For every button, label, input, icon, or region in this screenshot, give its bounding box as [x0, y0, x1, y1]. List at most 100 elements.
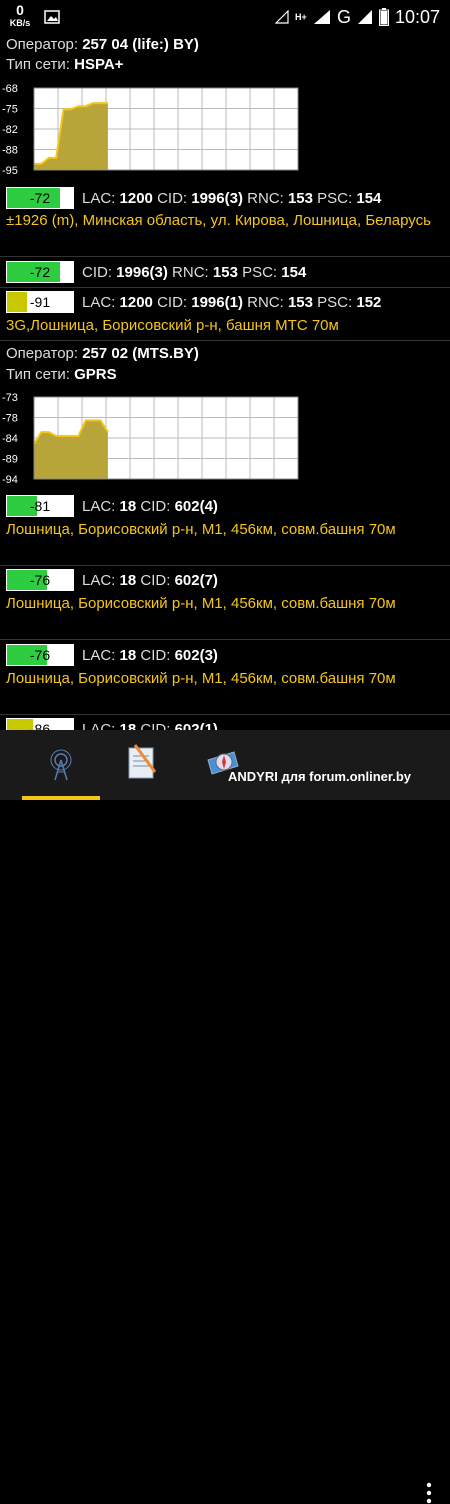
- location-1: ±1926 (m), Минская область, ул. Кирова, …: [6, 212, 431, 229]
- cid-label: CID:: [157, 293, 188, 311]
- notes-icon[interactable]: [117, 742, 167, 782]
- tower-icon[interactable]: [36, 742, 86, 782]
- chart-y-tick-label: -94: [2, 474, 18, 486]
- signal-bar: -72: [6, 261, 74, 283]
- signal-value: -86: [29, 721, 51, 730]
- net-type-1-line: Тип сети: HSPA+: [6, 56, 123, 73]
- divider: [0, 639, 450, 640]
- signal-strength-2-icon: [357, 10, 372, 24]
- cid-label: CID:: [140, 646, 171, 664]
- cid-label: CID:: [140, 571, 171, 589]
- network-speed-unit: KB/s: [9, 18, 31, 28]
- cid-value: 602(3): [174, 646, 218, 664]
- signal-bar: -76: [6, 644, 74, 666]
- operator-label: Оператор:: [6, 345, 79, 362]
- cid-label: CID:: [140, 720, 171, 731]
- lac-label: LAC:: [82, 189, 116, 207]
- cell-1[interactable]: -72 LAC: 1200 CID: 1996(3) RNC: 153 PSC:…: [6, 185, 381, 211]
- location-o2-2: Лошница, Борисовский р-н, М1, 456км, сов…: [6, 595, 396, 612]
- lac-label: LAC:: [82, 571, 116, 589]
- network-type-label: H+: [295, 11, 307, 22]
- network-speed: 0 KB/s: [8, 3, 32, 28]
- rnc-value: 153: [287, 189, 313, 207]
- cid-label: CID:: [157, 189, 188, 207]
- overflow-menu-icon[interactable]: [426, 1482, 432, 1504]
- divider: [0, 256, 450, 257]
- psc-value: 152: [356, 293, 382, 311]
- lac-label: LAC:: [82, 646, 116, 664]
- divider: [0, 714, 450, 715]
- net-type-value: GPRS: [74, 366, 117, 383]
- cid-label: CID:: [140, 497, 171, 515]
- signal-bar: -81: [6, 495, 74, 517]
- divider: [0, 287, 450, 288]
- watermark: ANDYRI для forum.onliner.by: [228, 769, 411, 784]
- image-icon: [44, 10, 60, 24]
- operator-label: Оператор:: [6, 36, 79, 53]
- cid-value: 602(1): [174, 720, 218, 731]
- psc-label: PSC:: [317, 189, 353, 207]
- net-type-label: Тип сети:: [6, 366, 70, 383]
- signal-value: -76: [29, 647, 51, 663]
- lac-value: 18: [119, 571, 137, 589]
- location-3: 3G,Лошница, Борисовский р-н, башня МТС 7…: [6, 317, 339, 334]
- cell-o2-1[interactable]: -81 LAC: 18 CID: 602(4): [6, 493, 218, 519]
- signal-chart-2: -73 -78 -84 -89 -94: [2, 392, 299, 486]
- chart-y-tick-label: -75: [2, 104, 18, 116]
- signal-bar: -72: [6, 187, 74, 209]
- operator-1-line: Оператор: 257 04 (life:) BY): [6, 36, 199, 53]
- psc-value: 154: [356, 189, 382, 207]
- signal-bar: -91: [6, 291, 74, 313]
- chart-y-tick-label: -82: [2, 124, 18, 136]
- signal-bar: -76: [6, 569, 74, 591]
- content-area[interactable]: Оператор: 257 04 (life:) BY) Тип сети: H…: [0, 34, 450, 730]
- signal-value: -72: [29, 190, 51, 206]
- active-tab-indicator: [22, 796, 100, 800]
- operator-2-line: Оператор: 257 02 (MTS.BY): [6, 345, 199, 362]
- rnc-value: 153: [212, 263, 238, 281]
- lac-label: LAC:: [82, 720, 116, 731]
- battery-icon: [378, 8, 389, 26]
- operator-value: 257 04 (life:) BY): [82, 36, 199, 53]
- cid-value: 1996(1): [191, 293, 243, 311]
- psc-label: PSC:: [242, 263, 278, 281]
- cid-value: 1996(3): [116, 263, 168, 281]
- lac-value: 1200: [119, 293, 153, 311]
- net-type-2-line: Тип сети: GPRS: [6, 366, 117, 383]
- cell-o2-2[interactable]: -76 LAC: 18 CID: 602(7): [6, 567, 218, 593]
- cell-o2-4[interactable]: -86 LAC: 18 CID: 602(1): [6, 716, 218, 730]
- signal-value: -76: [29, 572, 51, 588]
- psc-label: PSC:: [317, 293, 353, 311]
- location-o2-3: Лошница, Борисовский р-н, М1, 456км, сов…: [6, 670, 396, 687]
- divider: [0, 565, 450, 566]
- location-o2-1: Лошница, Борисовский р-н, М1, 456км, сов…: [6, 521, 396, 538]
- cid-value: 602(7): [174, 571, 218, 589]
- network-speed-value: 0: [16, 2, 24, 18]
- lac-value: 18: [119, 720, 137, 731]
- cell-o2-3[interactable]: -76 LAC: 18 CID: 602(3): [6, 642, 218, 668]
- signal-empty-icon: [274, 10, 289, 24]
- lac-value: 18: [119, 646, 137, 664]
- rnc-label: RNC:: [247, 189, 284, 207]
- rnc-label: RNC:: [172, 263, 209, 281]
- lac-value: 18: [119, 497, 137, 515]
- net-type-label: Тип сети:: [6, 56, 70, 73]
- bottom-nav: [0, 730, 450, 1504]
- cid-value: 602(4): [174, 497, 218, 515]
- signal-value: -72: [29, 264, 51, 280]
- operator-value: 257 02 (MTS.BY): [82, 345, 199, 362]
- signal-bar: -86: [6, 718, 74, 730]
- signal-chart-1: -68 -75 -82 -88 -95: [2, 83, 299, 177]
- clock: 10:07: [394, 6, 440, 27]
- rnc-value: 153: [287, 293, 313, 311]
- signal-value: -81: [29, 498, 51, 514]
- cell-2[interactable]: -72 CID: 1996(3) RNC: 153 PSC: 154: [6, 259, 306, 285]
- lac-label: LAC:: [82, 293, 116, 311]
- net-type-value: HSPA+: [74, 56, 124, 73]
- carrier-letter: G: [336, 6, 351, 27]
- chart-y-tick-label: -89: [2, 454, 18, 466]
- cell-3[interactable]: -91 LAC: 1200 CID: 1996(1) RNC: 153 PSC:…: [6, 289, 381, 315]
- lac-value: 1200: [119, 189, 153, 207]
- status-bar: 0 KB/s H+ G 10:07: [0, 0, 450, 34]
- chart-y-tick-label: -68: [2, 83, 18, 95]
